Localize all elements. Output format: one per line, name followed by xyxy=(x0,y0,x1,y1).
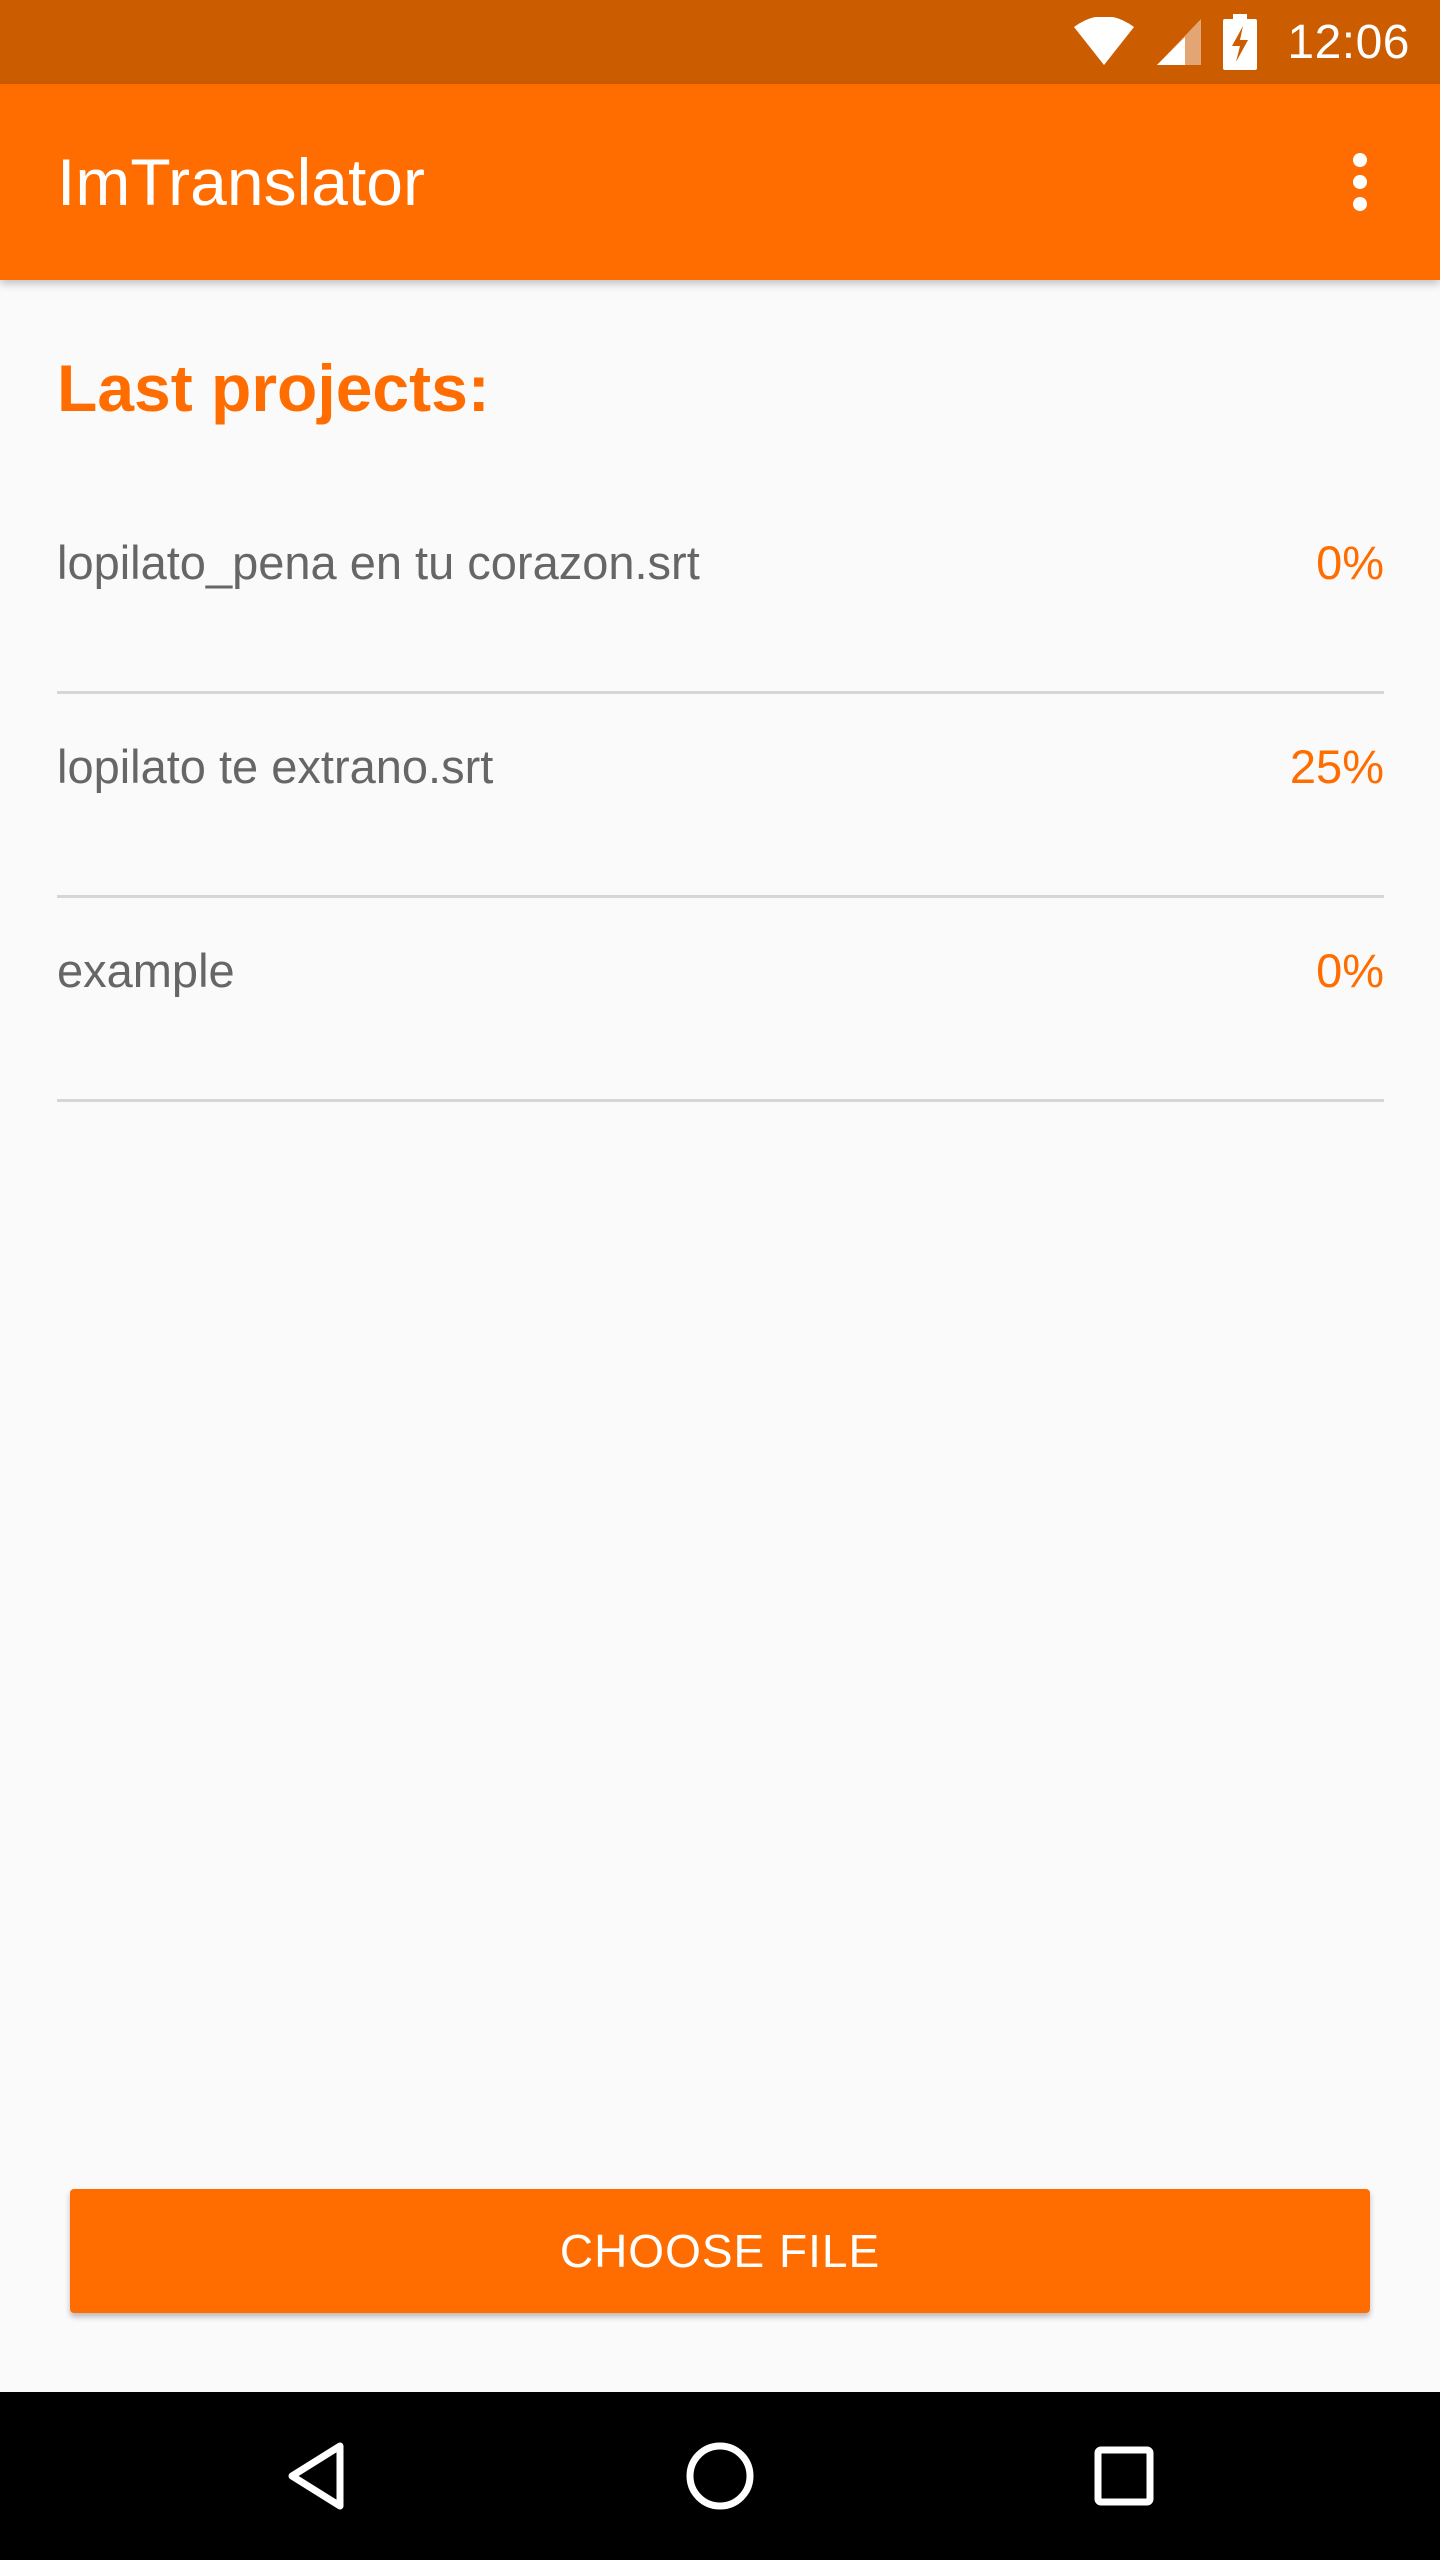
status-time: 12:06 xyxy=(1287,15,1410,69)
app-title: ImTranslator xyxy=(57,145,425,219)
project-list: lopilato_pena en tu corazon.srt 0% lopil… xyxy=(57,490,1384,1102)
home-icon[interactable] xyxy=(636,2392,804,2560)
project-name: lopilato_pena en tu corazon.srt xyxy=(57,536,700,589)
back-icon[interactable] xyxy=(232,2392,400,2560)
app-bar: ImTranslator xyxy=(0,84,1440,280)
status-icons: 12:06 xyxy=(1073,0,1410,84)
project-progress: 0% xyxy=(1316,944,1384,997)
project-row[interactable]: lopilato_pena en tu corazon.srt 0% xyxy=(57,490,1384,694)
battery-charging-icon xyxy=(1223,14,1258,70)
navigation-bar xyxy=(0,2392,1440,2560)
project-name: example xyxy=(57,944,235,997)
recents-icon[interactable] xyxy=(1040,2392,1208,2560)
project-progress: 25% xyxy=(1289,740,1384,793)
project-progress: 0% xyxy=(1316,536,1384,589)
wifi-icon xyxy=(1073,17,1135,67)
cell-signal-icon xyxy=(1155,17,1203,67)
project-row[interactable]: lopilato te extrano.srt 25% xyxy=(57,694,1384,898)
status-bar: 12:06 xyxy=(0,0,1440,84)
more-vert-icon[interactable] xyxy=(1320,142,1400,222)
project-row[interactable]: example 0% xyxy=(57,898,1384,1102)
screen: 12:06 ImTranslator Last projects: lopila… xyxy=(0,0,1440,2560)
choose-file-button[interactable]: CHOOSE FILE xyxy=(70,2189,1370,2313)
project-name: lopilato te extrano.srt xyxy=(57,740,494,793)
section-title: Last projects: xyxy=(57,351,490,425)
